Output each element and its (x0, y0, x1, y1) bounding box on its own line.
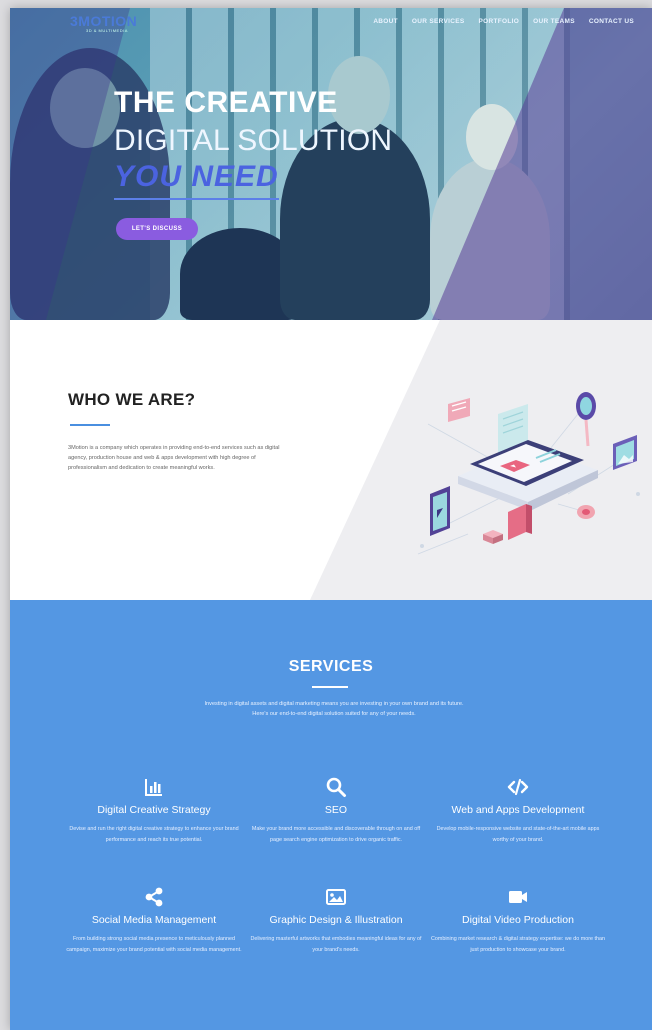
services-intro: Investing in digital assets and digital … (204, 701, 464, 717)
bar-chart-icon (145, 779, 162, 796)
lets-discuss-button[interactable]: LET'S DISCUSS (116, 218, 198, 240)
hero-headline-line1: THE CREATIVE (114, 86, 338, 119)
nav-link-teams[interactable]: OUR TEAMS (533, 18, 575, 25)
hero-headline-line2: DIGITAL SOLUTION (114, 124, 393, 157)
services-title-underline (312, 686, 348, 688)
hero-headline-line3: YOU NEED (114, 160, 279, 193)
service-card[interactable]: Digital Video Production Combining marke… (428, 886, 608, 955)
about-title-underline (70, 424, 110, 426)
about-title: WHO WE ARE? (68, 390, 196, 409)
nav-link-about[interactable]: ABOUT (373, 18, 398, 25)
service-card[interactable]: SEO Make your brand more accessible and … (246, 776, 426, 845)
service-card[interactable]: Web and Apps Development Develop mobile-… (428, 776, 608, 845)
page-frame: 3MOTION 3D & MULTIMEDIA ABOUT OUR SERVIC… (10, 8, 652, 1030)
services-title: SERVICES (288, 658, 374, 675)
nav-link-services[interactable]: OUR SERVICES (412, 18, 465, 25)
service-name: SEO (324, 804, 348, 816)
service-description: Devise and run the right digital creativ… (69, 826, 239, 843)
site-logo[interactable]: 3MOTION (70, 13, 137, 29)
search-icon (326, 777, 346, 797)
code-icon (507, 778, 529, 796)
about-text: 3Motion is a company which operates in p… (68, 445, 280, 471)
image-icon (326, 889, 346, 905)
service-description: From building strong social media presen… (66, 936, 242, 953)
about-section: WHO WE ARE? 3Motion is a company which o… (10, 320, 652, 600)
service-card[interactable]: Social Media Management From building st… (64, 886, 244, 955)
service-name: Graphic Design & Illustration (269, 914, 403, 926)
service-description: Delivering masterful artworks that embod… (250, 936, 422, 953)
top-nav: 3MOTION 3D & MULTIMEDIA ABOUT OUR SERVIC… (10, 8, 652, 38)
service-description: Combining market research & digital stra… (430, 936, 606, 953)
logo-tagline: 3D & MULTIMEDIA (86, 28, 128, 33)
video-camera-icon (509, 891, 527, 903)
service-name: Web and Apps Development (451, 804, 585, 816)
hero-section: 3MOTION 3D & MULTIMEDIA ABOUT OUR SERVIC… (10, 8, 652, 320)
share-icon (145, 887, 163, 907)
isometric-illustration (417, 392, 640, 555)
nav-link-portfolio[interactable]: PORTFOLIO (479, 18, 520, 25)
nav-links: ABOUT OUR SERVICES PORTFOLIO OUR TEAMS C… (373, 18, 634, 25)
service-name: Digital Video Production (462, 914, 574, 926)
nav-link-contact[interactable]: CONTACT US (589, 18, 634, 25)
service-name: Social Media Management (91, 914, 217, 926)
services-section: SERVICES Investing in digital assets and… (10, 600, 652, 1030)
service-description: Make your brand more accessible and disc… (251, 826, 421, 843)
service-card[interactable]: Graphic Design & Illustration Delivering… (246, 886, 426, 955)
service-name: Digital Creative Strategy (97, 804, 211, 816)
service-card[interactable]: Digital Creative Strategy Devise and run… (64, 776, 244, 845)
service-description: Develop mobile-responsive website and st… (436, 826, 600, 843)
hero-underline (114, 198, 279, 200)
